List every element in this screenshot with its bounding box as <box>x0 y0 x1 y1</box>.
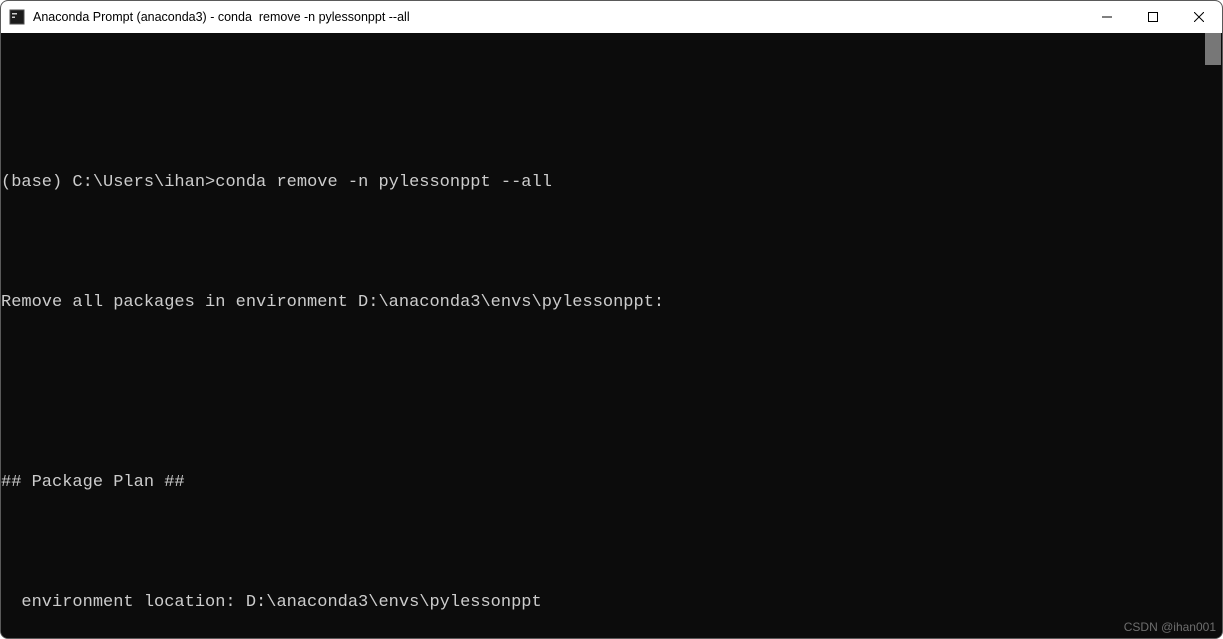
window-root: Anaconda Prompt (anaconda3) - conda remo… <box>0 0 1223 639</box>
remove-all-msg: Remove all packages in environment D:\an… <box>1 293 1222 313</box>
terminal-output[interactable]: (base) C:\Users\ihan>conda remove -n pyl… <box>1 33 1222 638</box>
close-button[interactable] <box>1176 1 1222 33</box>
entered-command: conda remove -n pylessonppt --all <box>215 173 552 192</box>
window-title: Anaconda Prompt (anaconda3) - conda remo… <box>33 10 410 24</box>
app-icon <box>9 9 25 25</box>
scrollbar-thumb[interactable] <box>1205 33 1221 65</box>
package-plan-heading: ## Package Plan ## <box>1 473 1222 493</box>
maximize-button[interactable] <box>1130 1 1176 33</box>
env-location-line: environment location: D:\anaconda3\envs\… <box>1 593 1222 613</box>
minimize-button[interactable] <box>1084 1 1130 33</box>
window-controls <box>1084 1 1222 33</box>
prompt-prefix: (base) C:\Users\ihan> <box>1 173 215 192</box>
titlebar[interactable]: Anaconda Prompt (anaconda3) - conda remo… <box>1 1 1222 33</box>
scrollbar-track[interactable] <box>1205 33 1221 637</box>
